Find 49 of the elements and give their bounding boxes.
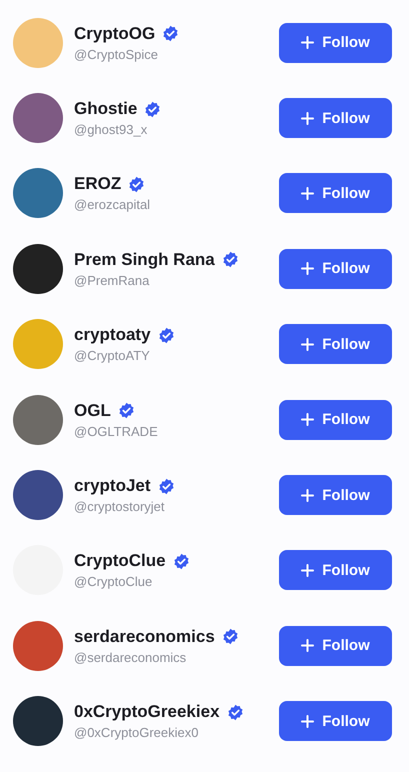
plus-icon bbox=[301, 564, 314, 577]
follow-button[interactable]: Follow bbox=[279, 626, 392, 666]
avatar-photo-placeholder bbox=[13, 696, 63, 746]
plus-icon bbox=[301, 413, 314, 426]
user-handle: @0xCryptoGreekiex0 bbox=[74, 725, 200, 740]
user-handle: @CryptoClue bbox=[74, 574, 154, 590]
plus-icon bbox=[301, 639, 314, 652]
user-handle: @ghost93_x bbox=[74, 122, 148, 138]
plus-icon bbox=[301, 714, 314, 728]
follow-button[interactable]: Follow bbox=[279, 98, 392, 138]
user-handle: @PremRana bbox=[74, 272, 150, 288]
follow-button[interactable]: Follow bbox=[279, 550, 392, 590]
plus-icon bbox=[301, 112, 314, 125]
user-name: cryptoaty bbox=[74, 325, 151, 346]
user-name: EROZ bbox=[74, 174, 122, 194]
avatar-photo-placeholder bbox=[13, 93, 63, 144]
user-name: CryptoClue bbox=[74, 551, 166, 572]
user-name: cryptoJet bbox=[74, 476, 151, 496]
plus-icon bbox=[301, 262, 314, 276]
user-handle: @serdareconomics bbox=[74, 650, 188, 665]
avatar-photo-placeholder bbox=[13, 319, 63, 370]
follow-button[interactable]: Follow bbox=[279, 400, 392, 440]
user-name: OGL bbox=[74, 400, 111, 421]
follow-button[interactable]: Follow bbox=[279, 324, 392, 364]
user-handle: @CryptoATY bbox=[74, 348, 151, 364]
user-name: CryptoOG bbox=[74, 24, 156, 44]
avatar-photo-placeholder bbox=[13, 394, 63, 445]
follow-button[interactable]: Follow bbox=[279, 22, 392, 63]
avatar-photo-placeholder bbox=[13, 620, 63, 671]
user-handle: @erozcapital bbox=[74, 197, 152, 212]
user-name: 0xCryptoGreekiex bbox=[74, 702, 220, 722]
plus-icon bbox=[301, 338, 314, 351]
user-name: serdareconomics bbox=[74, 626, 215, 647]
avatar-photo-placeholder bbox=[13, 470, 63, 520]
follow-button[interactable]: Follow bbox=[279, 173, 392, 214]
avatar-photo-placeholder bbox=[13, 168, 63, 218]
follow-button[interactable]: Follow bbox=[279, 701, 392, 742]
plus-icon bbox=[301, 36, 314, 50]
follow-button[interactable]: Follow bbox=[279, 248, 392, 289]
user-name: Ghostie bbox=[74, 99, 138, 120]
follow-button[interactable]: Follow bbox=[279, 475, 392, 516]
plus-icon bbox=[301, 488, 314, 502]
user-name: Prem Singh Rana bbox=[74, 250, 215, 270]
user-handle: @OGLTRADE bbox=[74, 424, 159, 439]
plus-icon bbox=[301, 186, 314, 200]
user-handle: @CryptoSpice bbox=[74, 46, 160, 62]
user-handle: @cryptostoryjet bbox=[74, 499, 166, 514]
avatar-photo-placeholder bbox=[13, 244, 63, 294]
avatar-photo-placeholder bbox=[13, 18, 63, 68]
